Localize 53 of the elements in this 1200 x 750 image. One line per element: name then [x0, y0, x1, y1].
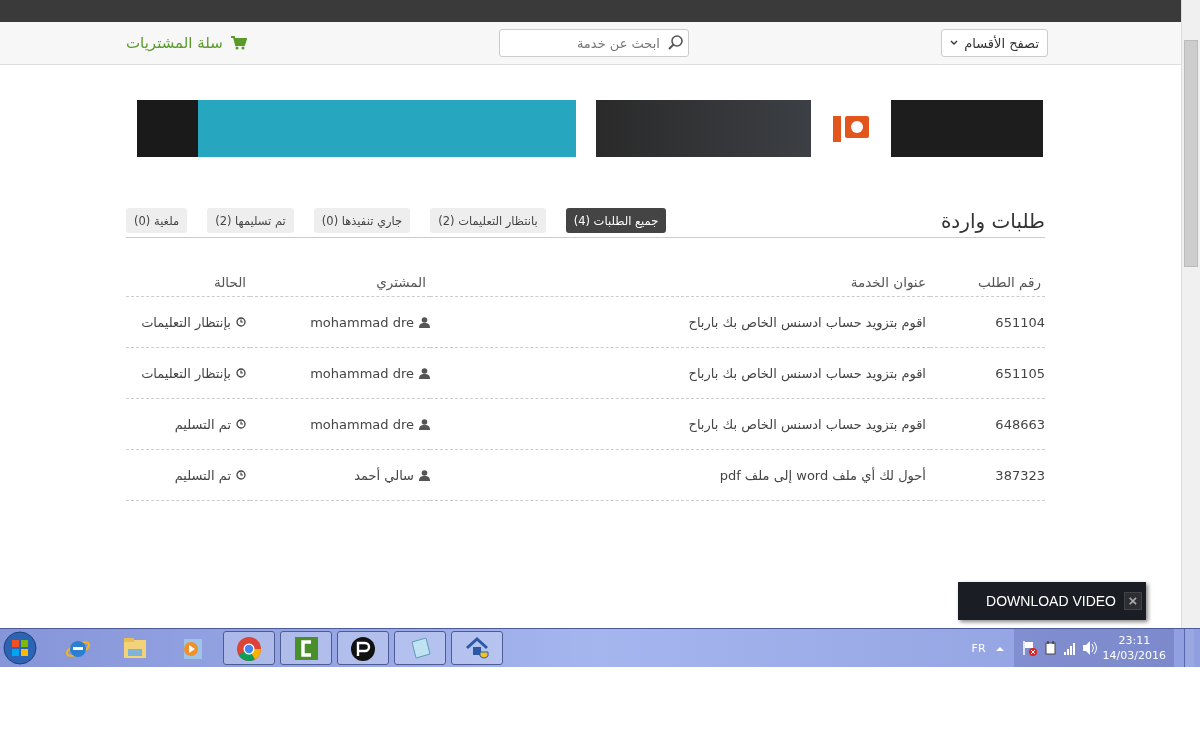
user-icon: [419, 316, 430, 328]
filter-tab[interactable]: ملغية (0): [126, 208, 188, 233]
clock-icon: [236, 470, 246, 480]
download-video-button[interactable]: DOWNLOAD VIDEO: [986, 593, 1116, 609]
ad-banner[interactable]: [137, 100, 576, 157]
user-icon: [419, 367, 430, 379]
buyer-name[interactable]: mohammad dre: [310, 365, 414, 381]
table-cell[interactable]: اقوم بتزويد حساب ادسنس الخاص بك بارباح: [430, 348, 930, 399]
c-letter-icon: [292, 634, 320, 662]
clock-icon: [236, 317, 246, 327]
table-cell: 651105: [930, 348, 1045, 399]
taskbar-button[interactable]: [337, 631, 389, 665]
speaker-icon[interactable]: [1081, 640, 1097, 656]
clock-icon: [236, 368, 246, 378]
column-header: المشتري: [250, 274, 430, 297]
buyer-name[interactable]: mohammad dre: [310, 314, 414, 330]
search-field[interactable]: ابحث عن خدمة: [499, 29, 689, 57]
status-text: تم التسليم: [174, 416, 231, 432]
caret-icon: [950, 40, 959, 46]
table-cell[interactable]: أحول لك أي ملف word إلى ملف pdf: [430, 450, 930, 501]
status-text: تم التسليم: [174, 467, 231, 483]
table-cell[interactable]: اقوم بتزويد حساب ادسنس الخاص بك بارباح: [430, 399, 930, 450]
categories-dropdown[interactable]: تصفح الأقسام: [941, 29, 1048, 57]
column-header: رقم الطلب: [930, 274, 1045, 297]
user-icon: [419, 418, 430, 430]
scrollbar[interactable]: [1181, 0, 1200, 628]
table-cell: 648663: [930, 399, 1045, 450]
page-title: طلبات واردة: [940, 208, 1045, 233]
filter-tab[interactable]: جاري تنفيذها (0): [313, 208, 411, 233]
cart-icon: [230, 36, 247, 50]
chrome-icon: [235, 634, 263, 662]
filter-tab[interactable]: تم تسليمها (2): [207, 208, 294, 233]
filter-tab[interactable]: جميع الطلبات (4): [565, 208, 667, 233]
user-icon: [419, 469, 430, 481]
close-button[interactable]: ×: [1124, 592, 1142, 610]
signal-icon[interactable]: [1063, 641, 1076, 655]
clock-icon: [236, 419, 246, 429]
table-cell: 387323: [930, 450, 1045, 501]
status-text: بإنتظار التعليمات: [141, 365, 231, 381]
column-header: عنوان الخدمة: [430, 274, 930, 297]
buyer-name[interactable]: سالي أحمد: [354, 467, 414, 483]
caret-icon[interactable]: [995, 645, 1004, 651]
table-cell[interactable]: اقوم بتزويد حساب ادسنس الخاص بك بارباح: [430, 297, 930, 348]
search-icon[interactable]: [668, 35, 683, 50]
column-header: الحالة: [126, 274, 250, 297]
show-desktop-button[interactable]: [1184, 629, 1194, 667]
buyer-name[interactable]: mohammad dre: [310, 416, 414, 432]
taskbar-button[interactable]: [280, 631, 332, 665]
status-text: بإنتظار التعليمات: [141, 314, 231, 330]
flag-icon[interactable]: [1021, 640, 1037, 656]
filter-tab[interactable]: بانتظار التعليمات (2): [430, 208, 546, 233]
start-button[interactable]: [0, 630, 40, 666]
table-cell: 651104: [930, 297, 1045, 348]
